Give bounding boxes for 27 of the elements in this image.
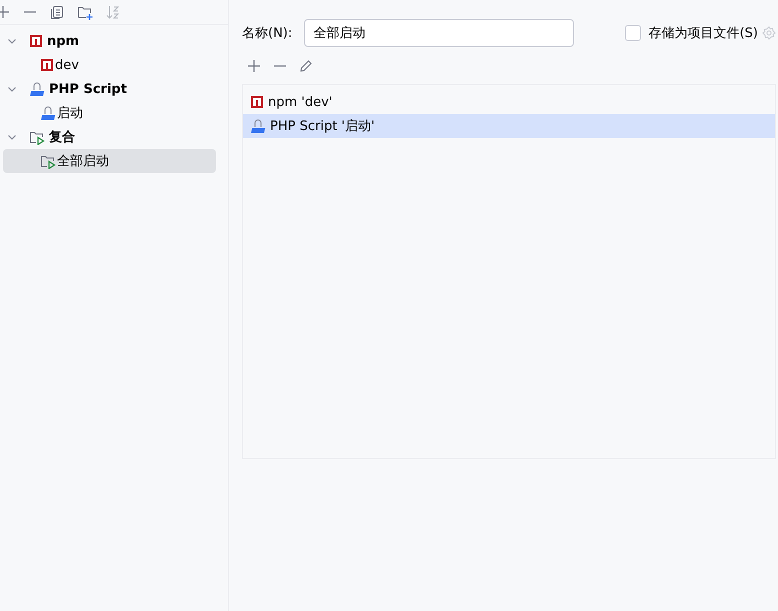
- new-folder-icon[interactable]: [77, 4, 93, 20]
- add-icon[interactable]: [0, 5, 10, 19]
- name-label: 名称(N):: [242, 25, 292, 42]
- chevron-icon[interactable]: [7, 36, 17, 46]
- add-icon[interactable]: [247, 59, 261, 73]
- chevron-icon[interactable]: [7, 132, 17, 142]
- tree-item[interactable]: 复合: [3, 125, 216, 149]
- folder-run-icon: [29, 130, 45, 144]
- npm-icon: [40, 58, 54, 72]
- pencil-icon[interactable]: [299, 59, 313, 73]
- tree-item[interactable]: dev: [3, 53, 216, 77]
- npm-icon: [29, 34, 43, 48]
- store-checkbox[interactable]: 存储为项目文件(S): [624, 24, 758, 42]
- folder-run-icon: [40, 154, 56, 168]
- list-item[interactable]: PHP Script '启动': [243, 114, 775, 138]
- list-item[interactable]: npm 'dev': [243, 90, 775, 114]
- script-icon: [250, 118, 266, 134]
- tree-item[interactable]: PHP Script: [3, 77, 216, 101]
- npm-icon: [250, 95, 264, 109]
- script-icon: [40, 105, 56, 121]
- tree-item[interactable]: 全部启动: [3, 149, 216, 173]
- chevron-icon[interactable]: [7, 84, 17, 94]
- copy-icon[interactable]: [50, 5, 64, 19]
- tree-item[interactable]: npm: [3, 29, 216, 53]
- tree-item[interactable]: 启动: [3, 101, 216, 125]
- name-field[interactable]: 全部启动: [304, 19, 574, 47]
- script-icon: [29, 81, 45, 97]
